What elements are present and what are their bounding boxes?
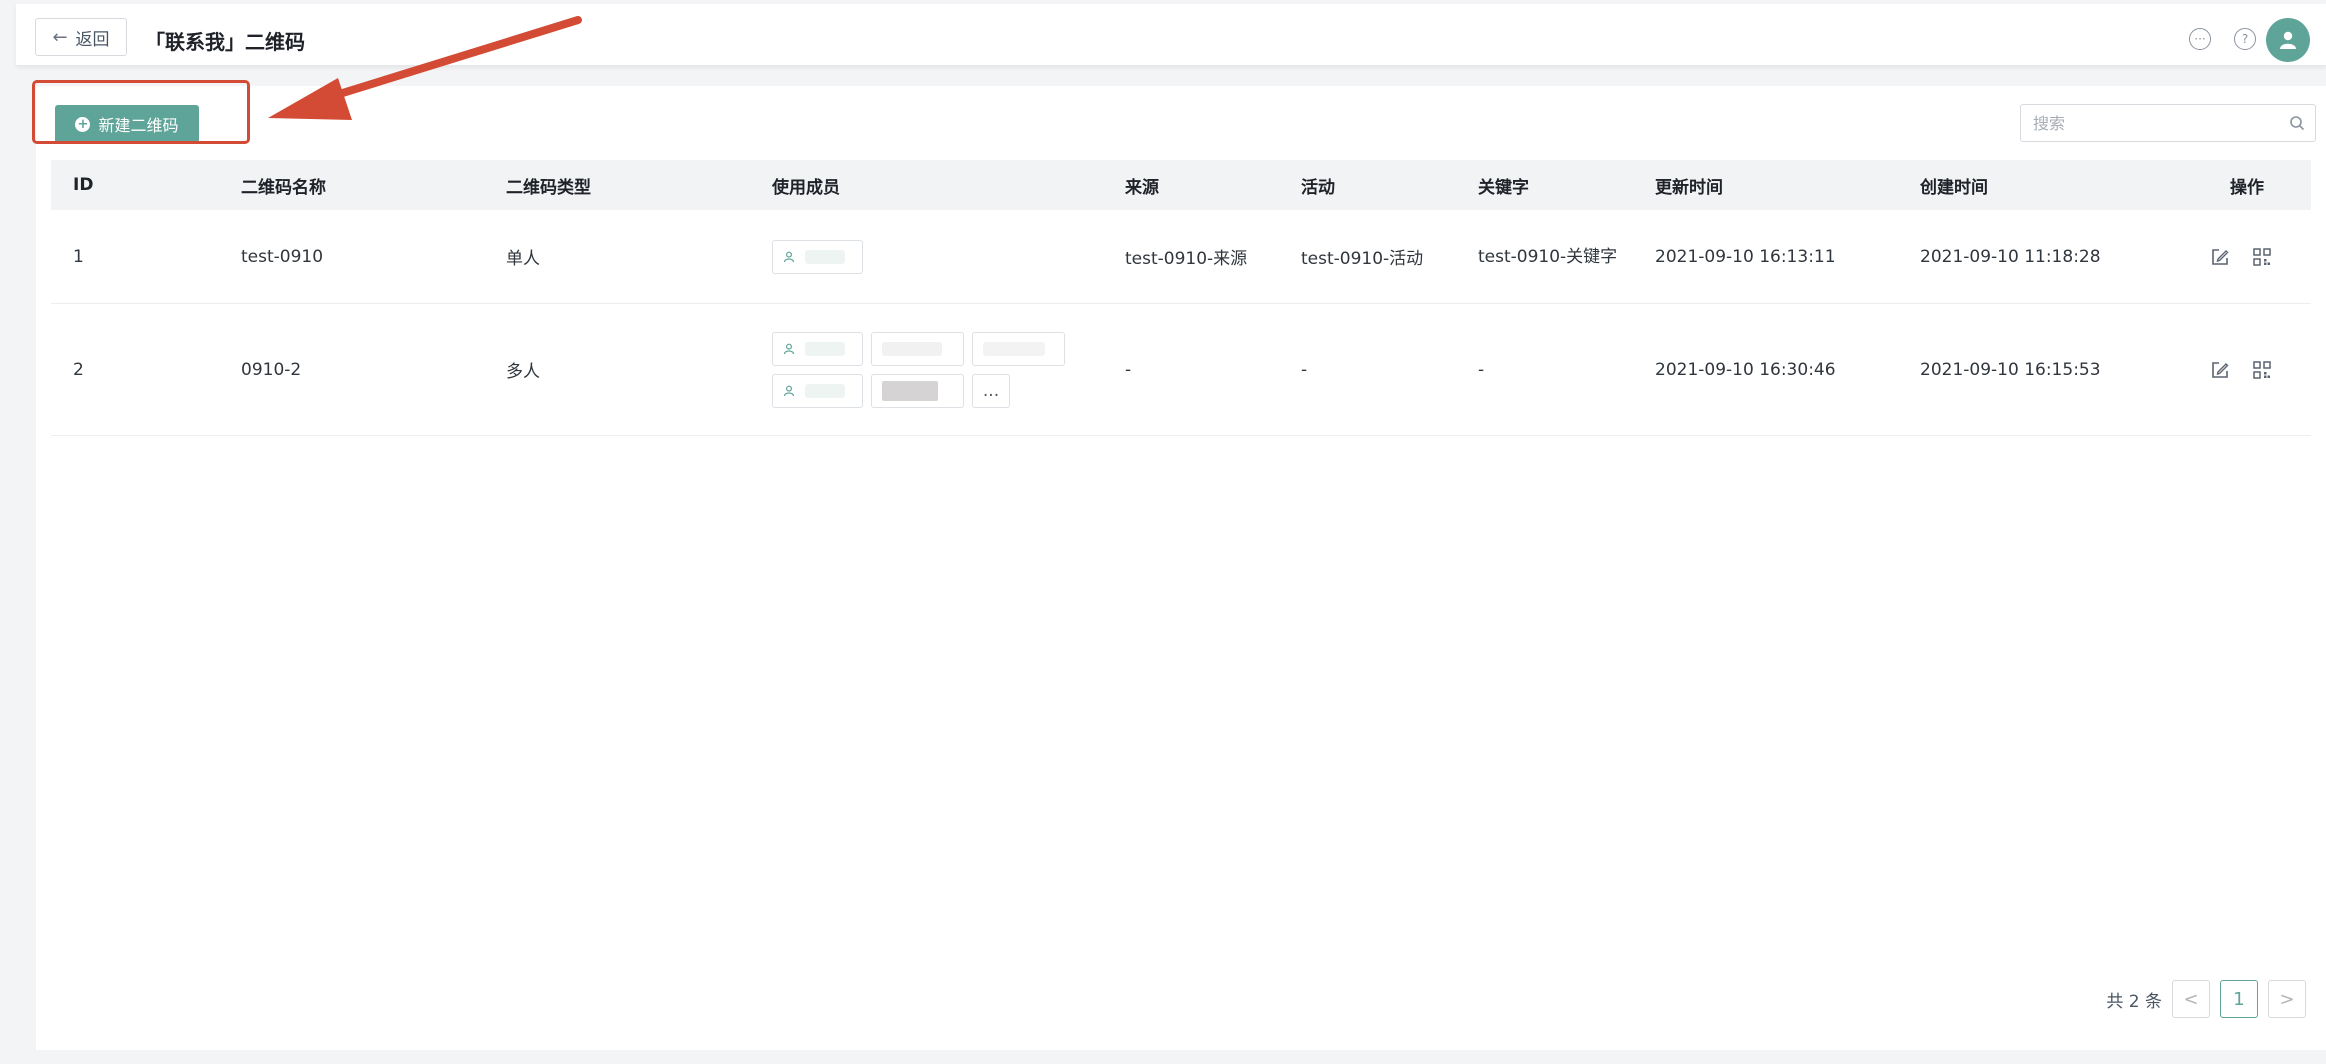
row-activity: -: [1301, 359, 1308, 380]
arrow-left-icon: ←: [52, 26, 68, 48]
help-icon[interactable]: ?: [2234, 28, 2256, 50]
row-updated: 2021-09-10 16:30:46: [1655, 359, 1836, 380]
row-activity: test-0910-活动: [1301, 249, 1424, 269]
search-icon[interactable]: [2289, 115, 2305, 135]
main-card: + 新建二维码 ID 二维码名称 二维码类型 使用成员 来源 活动 关键字 更新…: [36, 86, 2326, 1050]
qrcode-icon[interactable]: [2252, 360, 2272, 380]
col-id: ID: [73, 175, 94, 195]
row-updated: 2021-09-10 16:13:11: [1655, 246, 1836, 267]
table-header: ID 二维码名称 二维码类型 使用成员 来源 活动 关键字 更新时间 创建时间 …: [51, 160, 2311, 210]
row-keyword-text: test-0910-关键字: [1478, 246, 1618, 267]
row-id: 2: [73, 359, 84, 380]
next-page-button[interactable]: >: [2268, 980, 2306, 1018]
member-tag: [871, 373, 964, 408]
member-name-redacted: [805, 383, 845, 398]
pagination: 共 2 条 < 1 >: [2106, 980, 2306, 1018]
prev-page-button[interactable]: <: [2172, 980, 2210, 1018]
user-icon: [783, 251, 795, 262]
back-button[interactable]: ← 返回: [35, 18, 127, 56]
row-actions: [2188, 247, 2311, 267]
col-activity: 活动: [1301, 177, 1335, 198]
row-members: [750, 239, 1103, 274]
new-qrcode-button[interactable]: + 新建二维码: [55, 105, 199, 143]
avatar[interactable]: [2266, 18, 2310, 62]
col-members: 使用成员: [772, 177, 840, 198]
col-created: 创建时间: [1920, 177, 1988, 198]
edit-icon[interactable]: [2210, 247, 2230, 267]
member-tag: [772, 373, 863, 408]
search-input[interactable]: [2021, 113, 2271, 133]
row-keyword: test-0910-关键字: [1456, 245, 1633, 269]
row-type: 多人: [506, 362, 540, 382]
member-tag: [772, 239, 863, 274]
message-icon[interactable]: ···: [2189, 28, 2211, 50]
user-icon: [783, 343, 795, 354]
row-type: 单人: [506, 249, 540, 269]
member-tag: [972, 331, 1065, 366]
col-updated: 更新时间: [1655, 177, 1723, 198]
row-name: test-0910: [241, 246, 324, 267]
row-created: 2021-09-10 16:15:53: [1920, 359, 2101, 380]
row-source: test-0910-来源: [1125, 249, 1248, 269]
back-button-label: 返回: [75, 29, 110, 50]
row-name: 0910-2: [241, 359, 302, 380]
member-name-redacted: [882, 341, 942, 356]
total-count: 共 2 条: [2106, 991, 2162, 1012]
row-id: 1: [73, 246, 84, 267]
member-name-redacted: [805, 341, 845, 356]
user-icon: [783, 385, 795, 396]
row-actions: [2188, 360, 2311, 380]
new-qrcode-button-label: 新建二维码: [98, 116, 179, 135]
col-keyword: 关键字: [1478, 177, 1529, 198]
page-button[interactable]: 1: [2220, 980, 2258, 1018]
member-name-redacted: [983, 341, 1045, 356]
col-actions: 操作: [2230, 177, 2264, 198]
row-members: ...: [750, 331, 1103, 408]
row-keyword: -: [1478, 359, 1485, 380]
member-tag: [871, 331, 964, 366]
member-name-redacted: [805, 249, 845, 264]
member-tag: [772, 331, 863, 366]
qrcode-table: ID 二维码名称 二维码类型 使用成员 来源 活动 关键字 更新时间 创建时间 …: [51, 160, 2311, 436]
top-header: ← 返回 「联系我」二维码 ··· ?: [16, 4, 2326, 66]
more-members-button[interactable]: ...: [972, 373, 1010, 408]
plus-circle-icon: +: [75, 116, 91, 132]
app: ← 返回 「联系我」二维码 ··· ? + 新建二维码 ID: [16, 0, 2326, 1064]
search-box[interactable]: [2020, 104, 2316, 142]
table-row: 2 0910-2 多人 ... - - - 2021-09-10 16:30:4…: [51, 304, 2311, 436]
edit-icon[interactable]: [2210, 360, 2230, 380]
qrcode-icon[interactable]: [2252, 247, 2272, 267]
col-name: 二维码名称: [241, 177, 326, 198]
col-source: 来源: [1125, 177, 1159, 198]
page-title: 「联系我」二维码: [145, 30, 305, 54]
row-source: -: [1125, 359, 1132, 380]
col-type: 二维码类型: [506, 177, 591, 198]
member-name-redacted: [882, 380, 938, 401]
row-created: 2021-09-10 11:18:28: [1920, 246, 2101, 267]
user-icon: [2280, 31, 2296, 49]
table-row: 1 test-0910 单人 test-0910-来源 test-0910-活动…: [51, 210, 2311, 304]
